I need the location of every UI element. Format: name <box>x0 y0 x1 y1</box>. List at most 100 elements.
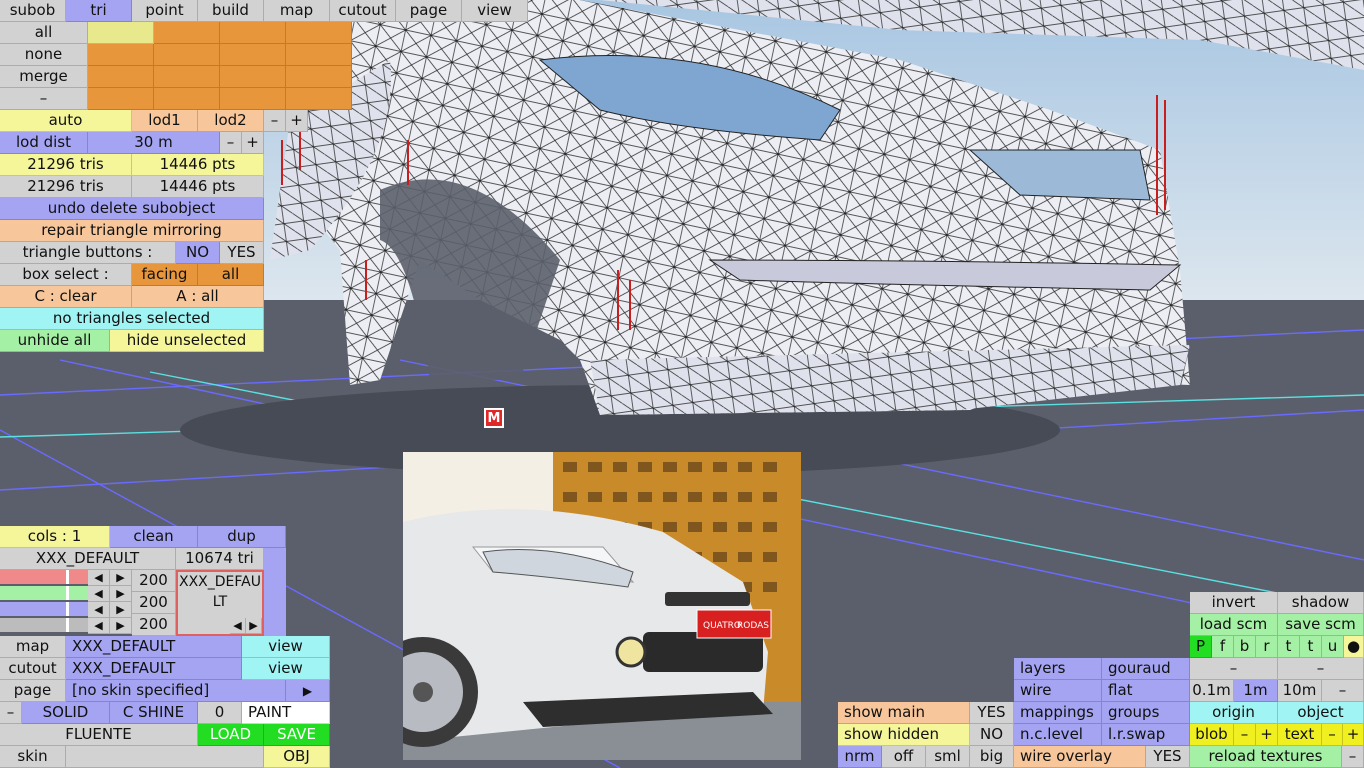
select-all-button[interactable]: A : all <box>132 286 264 308</box>
load-button[interactable]: LOAD <box>198 724 264 746</box>
size-big[interactable]: big <box>970 746 1014 768</box>
page-value[interactable]: [no skin specified] <box>66 680 286 702</box>
mappings-button[interactable]: mappings <box>1014 702 1102 724</box>
wire-overlay-yes[interactable]: YES <box>1146 746 1190 768</box>
green-right-arrow[interactable]: ▶ <box>110 586 132 602</box>
unhide-all-button[interactable]: unhide all <box>0 330 110 352</box>
red-left-arrow[interactable]: ◀ <box>88 570 110 586</box>
menu-build[interactable]: build <box>198 0 264 22</box>
subobj-cell[interactable] <box>220 66 286 88</box>
text-minus-button[interactable]: – <box>1322 724 1343 746</box>
hide-unselected-button[interactable]: hide unselected <box>110 330 264 352</box>
menu-tri[interactable]: tri <box>66 0 132 22</box>
reload-minus-button[interactable]: – <box>1342 746 1364 768</box>
view-right-button[interactable]: r <box>1256 636 1278 658</box>
dash-button-1[interactable]: – <box>1190 658 1278 680</box>
green-left-arrow[interactable]: ◀ <box>88 586 110 602</box>
subobj-cell[interactable] <box>88 88 154 110</box>
object-button[interactable]: object <box>1278 702 1364 724</box>
lod1-button[interactable]: lod1 <box>132 110 198 132</box>
obj-button[interactable]: OBJ <box>264 746 330 768</box>
alpha-right-arrow[interactable]: ▶ <box>110 618 132 634</box>
blue-slider-handle[interactable] <box>66 602 69 616</box>
blue-slider[interactable] <box>0 602 88 616</box>
view-front-button[interactable]: f <box>1212 636 1234 658</box>
cols-button[interactable]: cols : 1 <box>0 526 110 548</box>
lod2-button[interactable]: lod2 <box>198 110 264 132</box>
text-plus-button[interactable]: + <box>1343 724 1364 746</box>
model-name[interactable]: FLUENTE <box>0 724 198 746</box>
view-back-button[interactable]: b <box>1234 636 1256 658</box>
view-under-button[interactable]: u <box>1322 636 1344 658</box>
green-slider-handle[interactable] <box>66 586 69 600</box>
clean-button[interactable]: clean <box>110 526 198 548</box>
subobj-cell[interactable] <box>286 44 352 66</box>
grid-minus-button[interactable]: – <box>1322 680 1364 702</box>
subobj-cell[interactable] <box>154 66 220 88</box>
triangle-buttons-yes[interactable]: YES <box>220 242 264 264</box>
menu-map[interactable]: map <box>264 0 330 22</box>
subobj-merge[interactable]: merge <box>0 66 88 88</box>
save-button[interactable]: SAVE <box>264 724 330 746</box>
menu-subob[interactable]: subob <box>0 0 66 22</box>
wire-button[interactable]: wire <box>1014 680 1102 702</box>
subobj-cell[interactable] <box>88 66 154 88</box>
undo-delete-button[interactable]: undo delete subobject <box>0 198 264 220</box>
subobj-all[interactable]: all <box>0 22 88 44</box>
reload-textures-button[interactable]: reload textures <box>1190 746 1342 768</box>
lod-dist-plus[interactable]: + <box>242 132 264 154</box>
subobj-none[interactable]: none <box>0 44 88 66</box>
lod-dist-value[interactable]: 30 m <box>88 132 220 154</box>
blob-plus-button[interactable]: + <box>1256 724 1278 746</box>
cutout-view-button[interactable]: view <box>242 658 330 680</box>
reference-photo[interactable]: QUATRO RODAS <box>403 452 801 760</box>
lod-dist-minus[interactable]: – <box>220 132 242 154</box>
menu-cutout[interactable]: cutout <box>330 0 396 22</box>
size-sml[interactable]: sml <box>926 746 970 768</box>
cshine-button[interactable]: C SHINE <box>110 702 198 724</box>
blue-left-arrow[interactable]: ◀ <box>88 602 110 618</box>
show-hidden-no[interactable]: NO <box>970 724 1014 746</box>
size-off[interactable]: off <box>882 746 926 768</box>
lr-swap-button[interactable]: l.r.swap <box>1102 724 1190 746</box>
invert-button[interactable]: invert <box>1190 592 1278 614</box>
view-persp-button[interactable]: P <box>1190 636 1212 658</box>
subobj-cell[interactable] <box>154 44 220 66</box>
solid-button[interactable]: SOLID <box>22 702 110 724</box>
gouraud-button[interactable]: gouraud <box>1102 658 1190 680</box>
grid-10m-button[interactable]: 10m <box>1278 680 1322 702</box>
text-button[interactable]: text <box>1278 724 1322 746</box>
red-value[interactable]: 200 <box>132 570 176 592</box>
menu-point[interactable]: point <box>132 0 198 22</box>
lod-minus-button[interactable]: – <box>264 110 286 132</box>
preview-right-arrow[interactable]: ▶ <box>246 618 262 634</box>
save-scm-button[interactable]: save scm <box>1278 614 1364 636</box>
subobj-cell[interactable] <box>286 22 352 44</box>
red-right-arrow[interactable]: ▶ <box>110 570 132 586</box>
subobj-cell[interactable] <box>220 88 286 110</box>
nc-level-button[interactable]: n.c.level <box>1014 724 1102 746</box>
subobj-cell[interactable] <box>220 44 286 66</box>
repair-mirroring-button[interactable]: repair triangle mirroring <box>0 220 264 242</box>
flat-button[interactable]: flat <box>1102 680 1190 702</box>
size-nrm[interactable]: nrm <box>838 746 882 768</box>
green-value[interactable]: 200 <box>132 592 176 614</box>
menu-page[interactable]: page <box>396 0 462 22</box>
grid-1m-button[interactable]: 1m <box>1234 680 1278 702</box>
green-slider[interactable] <box>0 586 88 600</box>
material-name[interactable]: XXX_DEFAULT <box>0 548 176 570</box>
subobj-cell[interactable] <box>220 22 286 44</box>
subobj-dash[interactable]: – <box>0 88 88 110</box>
paint-button[interactable]: PAINT <box>242 702 330 724</box>
view-dot-button[interactable]: ● <box>1344 636 1364 658</box>
blue-right-arrow[interactable]: ▶ <box>110 602 132 618</box>
view-top-button[interactable]: t <box>1278 636 1300 658</box>
preview-left-arrow[interactable]: ◀ <box>230 618 246 634</box>
subobj-cell[interactable] <box>154 88 220 110</box>
shine-value[interactable]: 0 <box>198 702 242 724</box>
cutout-value[interactable]: XXX_DEFAULT <box>66 658 242 680</box>
box-select-facing[interactable]: facing <box>132 264 198 286</box>
alpha-slider-handle[interactable] <box>66 618 69 632</box>
blue-value[interactable]: 200 <box>132 614 176 636</box>
view-t2-button[interactable]: t <box>1300 636 1322 658</box>
